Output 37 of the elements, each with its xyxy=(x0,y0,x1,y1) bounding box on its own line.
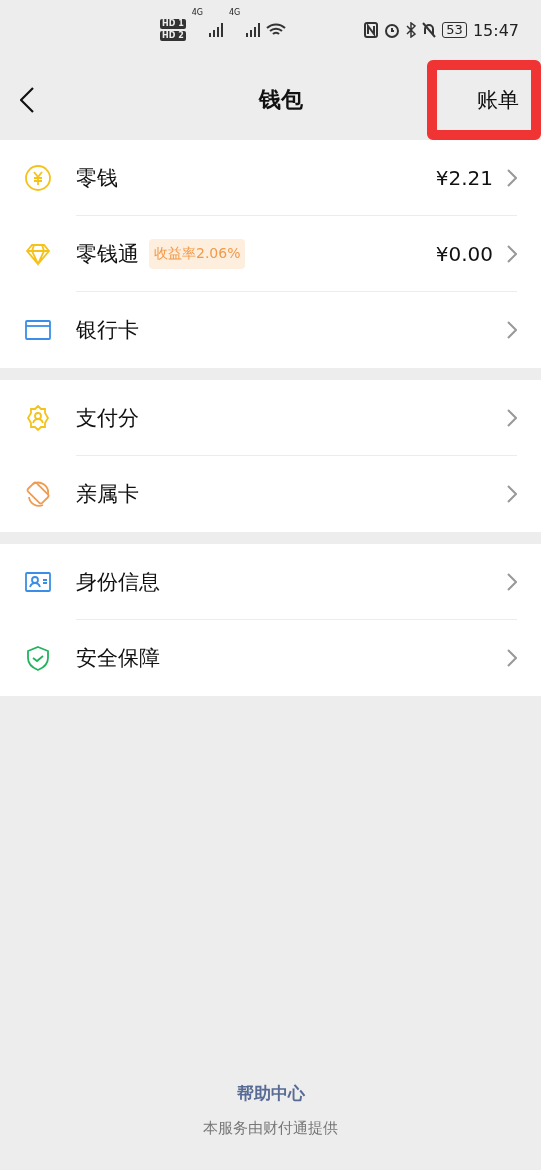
bluetooth-icon xyxy=(406,22,417,38)
menu-item[interactable]: 安全保障 xyxy=(76,644,160,672)
menu-item[interactable]: 身份信息 xyxy=(76,567,160,596)
badge-icon xyxy=(24,404,52,432)
chevron-right-icon xyxy=(507,168,517,187)
chevron-right-icon xyxy=(507,321,517,339)
amount: ¥2.21 xyxy=(435,165,493,190)
menu-item[interactable]: 亲属卡 xyxy=(76,480,139,508)
network-type: 4G xyxy=(229,8,241,18)
mute-icon xyxy=(422,22,437,38)
network-type: 4G xyxy=(191,8,203,18)
coin-icon xyxy=(24,164,52,192)
sim-indicator: HD 1 xyxy=(160,19,186,29)
chevron-right-icon xyxy=(507,572,517,591)
signal-icon xyxy=(209,23,223,37)
shield-icon xyxy=(24,644,52,672)
page-title: 钱包 xyxy=(258,86,303,114)
back-icon[interactable] xyxy=(20,87,34,113)
nfc-icon xyxy=(364,22,379,38)
battery-level: 53 xyxy=(442,22,467,38)
menu-item[interactable]: 银行卡 xyxy=(76,316,139,344)
status-time: 15:47 xyxy=(472,20,519,40)
menu-item[interactable]: 支付分 xyxy=(76,403,139,432)
sim-indicator: HD 2 xyxy=(160,31,186,41)
chevron-right-icon xyxy=(507,244,517,263)
help-center-link[interactable]: 帮助中心 xyxy=(236,1082,305,1105)
menu-item[interactable]: 零钱 xyxy=(76,163,118,192)
chevron-right-icon xyxy=(507,485,517,503)
amount: ¥0.00 xyxy=(435,241,493,266)
signal-icon xyxy=(246,23,261,37)
provider-note: 本服务由财付通提供 xyxy=(203,1119,338,1138)
chevron-right-icon xyxy=(507,408,517,427)
alarm-icon xyxy=(384,22,401,38)
menu-item[interactable]: 零钱通 xyxy=(76,239,139,268)
rate-tag: 收益率2.06% xyxy=(149,238,246,269)
cards-icon xyxy=(24,480,52,508)
chevron-right-icon xyxy=(507,649,517,667)
